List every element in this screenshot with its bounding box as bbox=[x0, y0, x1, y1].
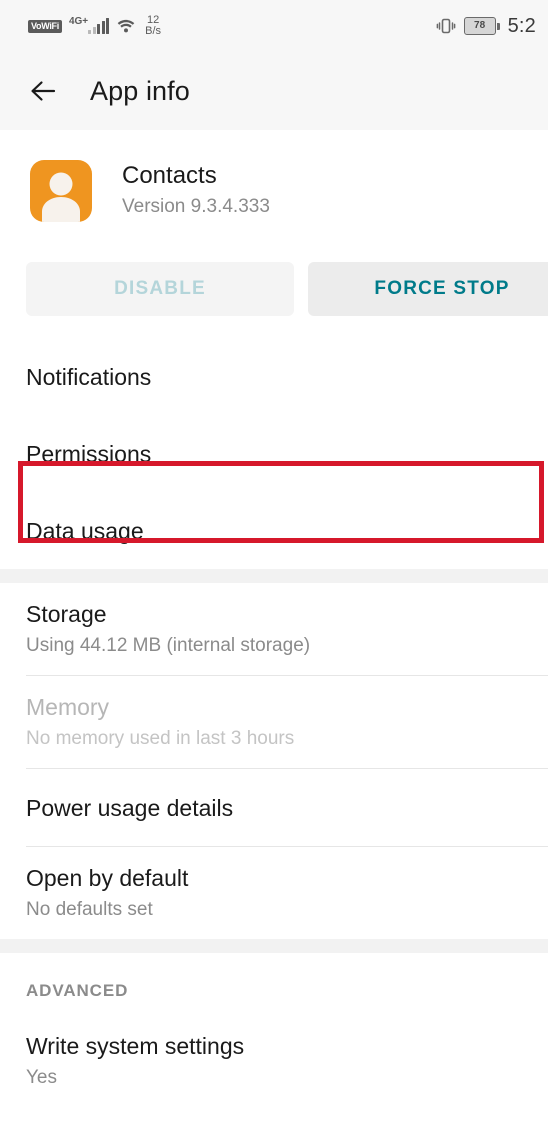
section-divider bbox=[0, 569, 548, 583]
section-header-advanced: ADVANCED bbox=[26, 981, 129, 1000]
action-buttons: DISABLE FORCE STOP bbox=[0, 226, 548, 316]
back-arrow-icon[interactable] bbox=[26, 74, 60, 108]
page-title: App info bbox=[90, 75, 190, 106]
list-item-label: Storage bbox=[26, 601, 107, 627]
list-item-sublabel: No memory used in last 3 hours bbox=[26, 728, 295, 749]
list-item-data-usage[interactable]: Data usage bbox=[0, 492, 548, 569]
settings-list: Notifications Permissions Data usage Sto… bbox=[0, 316, 548, 1107]
list-item-label: Notifications bbox=[26, 363, 152, 390]
data-speed-indicator: 12 B/s bbox=[145, 14, 162, 37]
list-item-notifications[interactable]: Notifications bbox=[0, 338, 548, 415]
list-item-power-usage-details[interactable]: Power usage details bbox=[0, 769, 548, 846]
signal-bars-icon: 4G+ bbox=[69, 16, 110, 34]
list-item-open-by-default[interactable]: Open by default No defaults set bbox=[0, 847, 548, 939]
list-item-label: Memory bbox=[26, 694, 110, 720]
list-item-label: Open by default bbox=[26, 865, 189, 891]
status-bar-right: 78 5:2 bbox=[436, 15, 536, 38]
battery-icon: 78 bbox=[463, 17, 500, 35]
list-item-write-system-settings[interactable]: Write system settings Yes bbox=[0, 1015, 548, 1107]
list-item-sublabel: No defaults set bbox=[26, 899, 153, 920]
wifi-icon bbox=[116, 18, 136, 34]
list-item-storage[interactable]: Storage Using 44.12 MB (internal storage… bbox=[0, 583, 548, 675]
status-bar-left: VoWiFi 4G+ 12 B/s bbox=[28, 15, 161, 37]
disable-button[interactable]: DISABLE bbox=[26, 262, 294, 316]
list-item-sublabel: Yes bbox=[26, 1067, 57, 1088]
app-summary: Contacts Version 9.3.4.333 bbox=[0, 130, 548, 226]
vowifi-icon: VoWiFi bbox=[28, 19, 62, 33]
clock: 5:2 bbox=[507, 14, 536, 37]
vibrate-icon bbox=[436, 17, 456, 35]
list-item-label: Write system settings bbox=[26, 1033, 245, 1059]
app-name: Contacts bbox=[122, 162, 217, 189]
contacts-app-icon bbox=[30, 160, 92, 222]
list-item-label: Permissions bbox=[26, 440, 152, 467]
section-divider bbox=[0, 939, 548, 953]
app-meta: Contacts Version 9.3.4.333 bbox=[122, 161, 270, 221]
app-version: Version 9.3.4.333 bbox=[122, 196, 270, 217]
force-stop-button[interactable]: FORCE STOP bbox=[308, 262, 548, 316]
list-item-label: Power usage details bbox=[26, 794, 234, 821]
status-bar: VoWiFi 4G+ 12 B/s 78 5:2 bbox=[0, 0, 548, 52]
app-bar: App info bbox=[0, 52, 548, 130]
list-item-label: Data usage bbox=[26, 517, 144, 544]
list-item-sublabel: Using 44.12 MB (internal storage) bbox=[26, 635, 311, 656]
list-item-permissions[interactable]: Permissions bbox=[0, 415, 548, 492]
signal-strength-bars bbox=[88, 18, 110, 34]
list-item-memory: Memory No memory used in last 3 hours bbox=[0, 676, 548, 768]
